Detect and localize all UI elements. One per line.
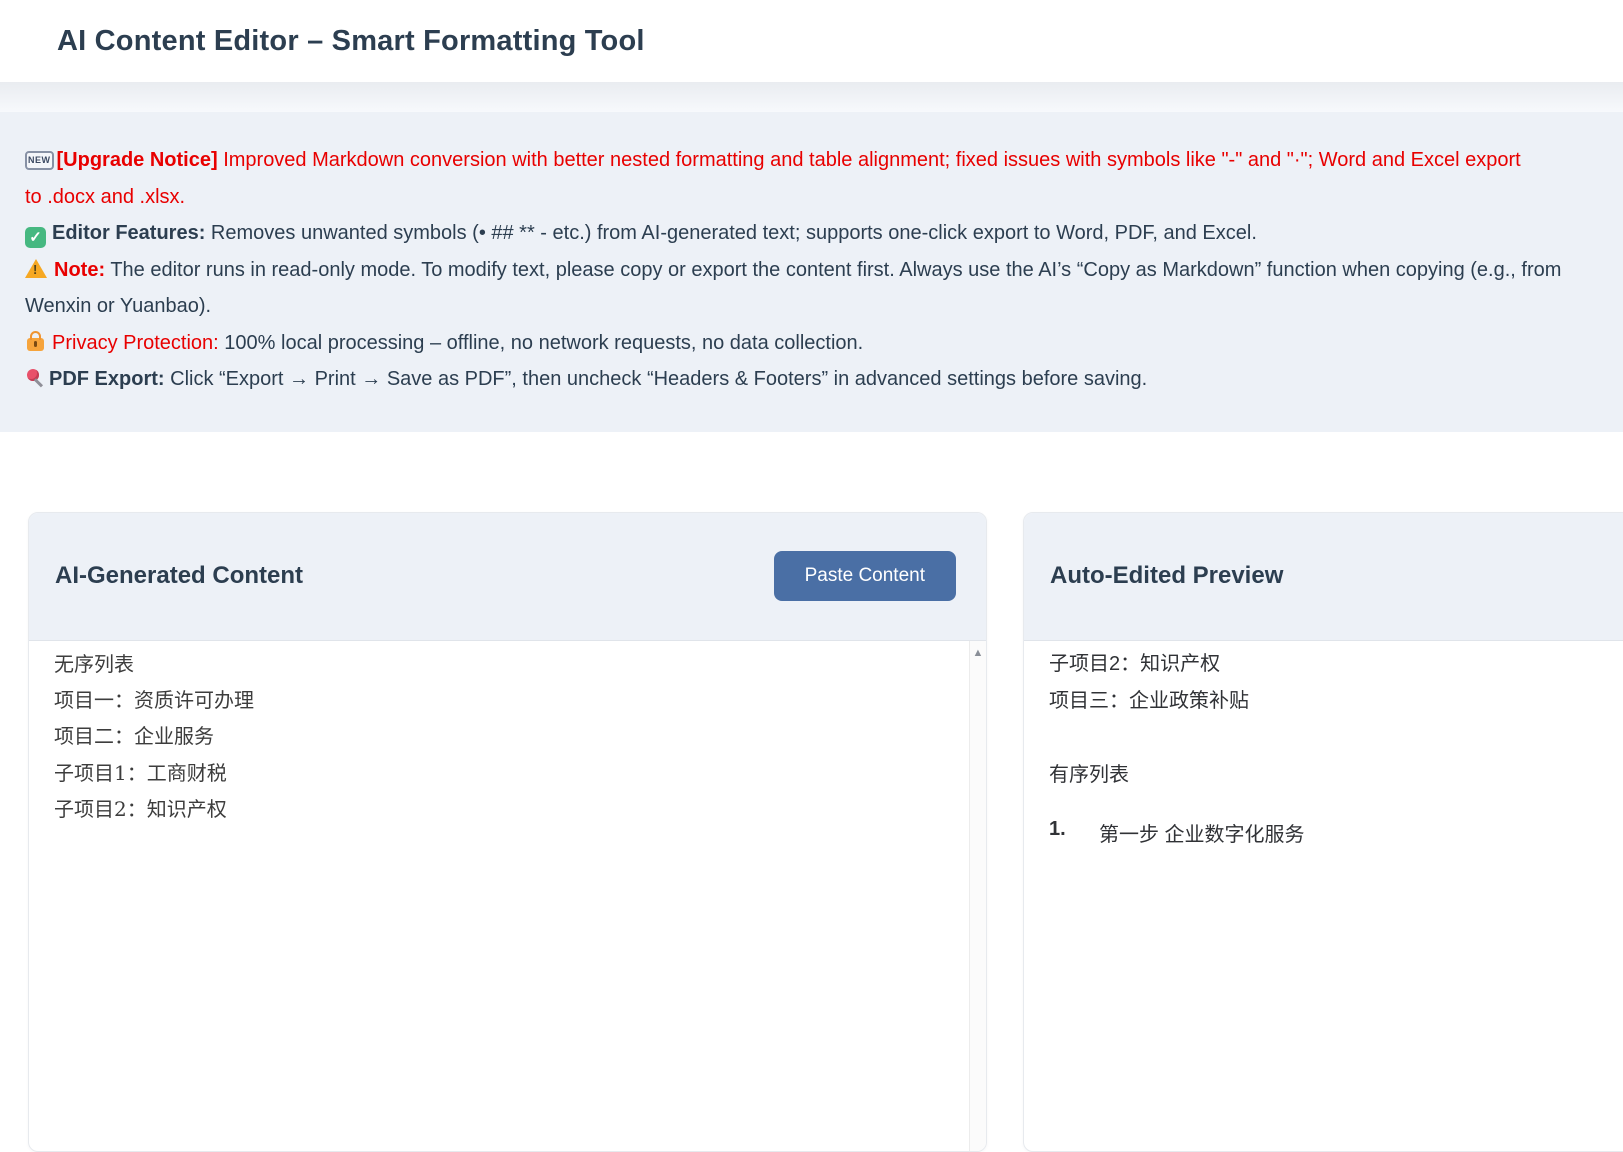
left-panel-title: AI-Generated Content xyxy=(55,562,303,590)
app-header: AI Content Editor – Smart Formatting Too… xyxy=(0,0,1623,82)
notice-line-upgrade-cont: to .docx and .xlsx. xyxy=(25,179,1598,216)
notice-line-note: Note: The editor runs in read-only mode.… xyxy=(25,252,1598,289)
preview-content-area: 子项目2：知识产权 项目三：企业政策补贴 有序列表 1. 第一步 企业数字化服务 xyxy=(1024,641,1623,847)
right-panel-header: Auto-Edited Preview xyxy=(1024,513,1623,641)
preview-line: 子项目2：知识产权 xyxy=(1049,646,1623,683)
notice-text: 100% local processing – offline, no netw… xyxy=(224,332,863,354)
left-panel-header: AI-Generated Content Paste Content xyxy=(29,513,986,641)
warning-icon xyxy=(25,259,47,278)
editor-line: 子项目2：知识产权 xyxy=(54,791,941,827)
blank-line xyxy=(1049,720,1623,757)
right-panel-title: Auto-Edited Preview xyxy=(1050,562,1283,590)
notice-line-upgrade: NEW[Upgrade Notice] Improved Markdown co… xyxy=(25,142,1598,179)
notice-label: Note: xyxy=(54,259,105,281)
notice-line-note-cont: Wenxin or Yuanbao). xyxy=(25,288,1598,325)
scroll-up-arrow-icon[interactable]: ▲ xyxy=(970,641,986,659)
editor-line: 项目一：资质许可办理 xyxy=(54,682,941,718)
main-content: AI-Generated Content Paste Content 无序列表 … xyxy=(0,432,1623,1152)
notice-line-privacy: Privacy Protection: 100% local processin… xyxy=(25,325,1598,362)
editor-vertical-scrollbar[interactable]: ▲ xyxy=(969,641,986,1152)
editor-line: 子项目1：工商财税 xyxy=(54,755,941,791)
page-title: AI Content Editor – Smart Formatting Too… xyxy=(57,25,645,58)
editor-content-area[interactable]: 无序列表 项目一：资质许可办理 项目二：企业服务 子项目1：工商财税 子项目2：… xyxy=(29,641,986,828)
pin-icon xyxy=(25,369,45,389)
notice-label: Privacy Protection: xyxy=(52,332,219,354)
notice-section: NEW[Upgrade Notice] Improved Markdown co… xyxy=(0,112,1623,432)
notice-line-pdf-export: PDF Export: Click “Export → Print → Save… xyxy=(25,361,1598,398)
notice-line-features: Editor Features: Removes unwanted symbol… xyxy=(25,215,1598,252)
editor-line: 无序列表 xyxy=(54,646,941,682)
notice-label: [Upgrade Notice] xyxy=(57,149,218,171)
notice-text: Removes unwanted symbols (• ## ** - etc.… xyxy=(211,222,1257,244)
preview-list-heading: 有序列表 xyxy=(1049,757,1623,794)
header-shadow xyxy=(0,82,1623,112)
ordered-list-item: 1. 第一步 企业数字化服务 xyxy=(1049,818,1623,847)
left-panel-body: 无序列表 项目一：资质许可办理 项目二：企业服务 子项目1：工商财税 子项目2：… xyxy=(29,641,986,1152)
ordered-list-number: 1. xyxy=(1049,818,1099,847)
editor-line: 项目二：企业服务 xyxy=(54,718,941,754)
notice-text: Click “Export → Print → Save as PDF”, th… xyxy=(170,368,1147,390)
lock-icon xyxy=(27,338,44,351)
right-panel-body: 子项目2：知识产权 项目三：企业政策补贴 有序列表 1. 第一步 企业数字化服务 xyxy=(1024,641,1623,1152)
ordered-list-text: 第一步 企业数字化服务 xyxy=(1099,818,1305,847)
check-icon xyxy=(25,227,46,248)
notice-label: PDF Export: xyxy=(49,368,165,390)
notice-text: Improved Markdown conversion with better… xyxy=(223,149,1521,171)
preview-line: 项目三：企业政策补贴 xyxy=(1049,683,1623,720)
auto-edited-preview-panel: Auto-Edited Preview 子项目2：知识产权 项目三：企业政策补贴… xyxy=(1023,512,1623,1152)
paste-content-button[interactable]: Paste Content xyxy=(774,551,956,601)
new-icon: NEW xyxy=(25,151,54,170)
notice-text: The editor runs in read-only mode. To mo… xyxy=(110,259,1561,281)
notice-label: Editor Features: xyxy=(52,222,205,244)
ai-generated-content-panel: AI-Generated Content Paste Content 无序列表 … xyxy=(28,512,987,1152)
